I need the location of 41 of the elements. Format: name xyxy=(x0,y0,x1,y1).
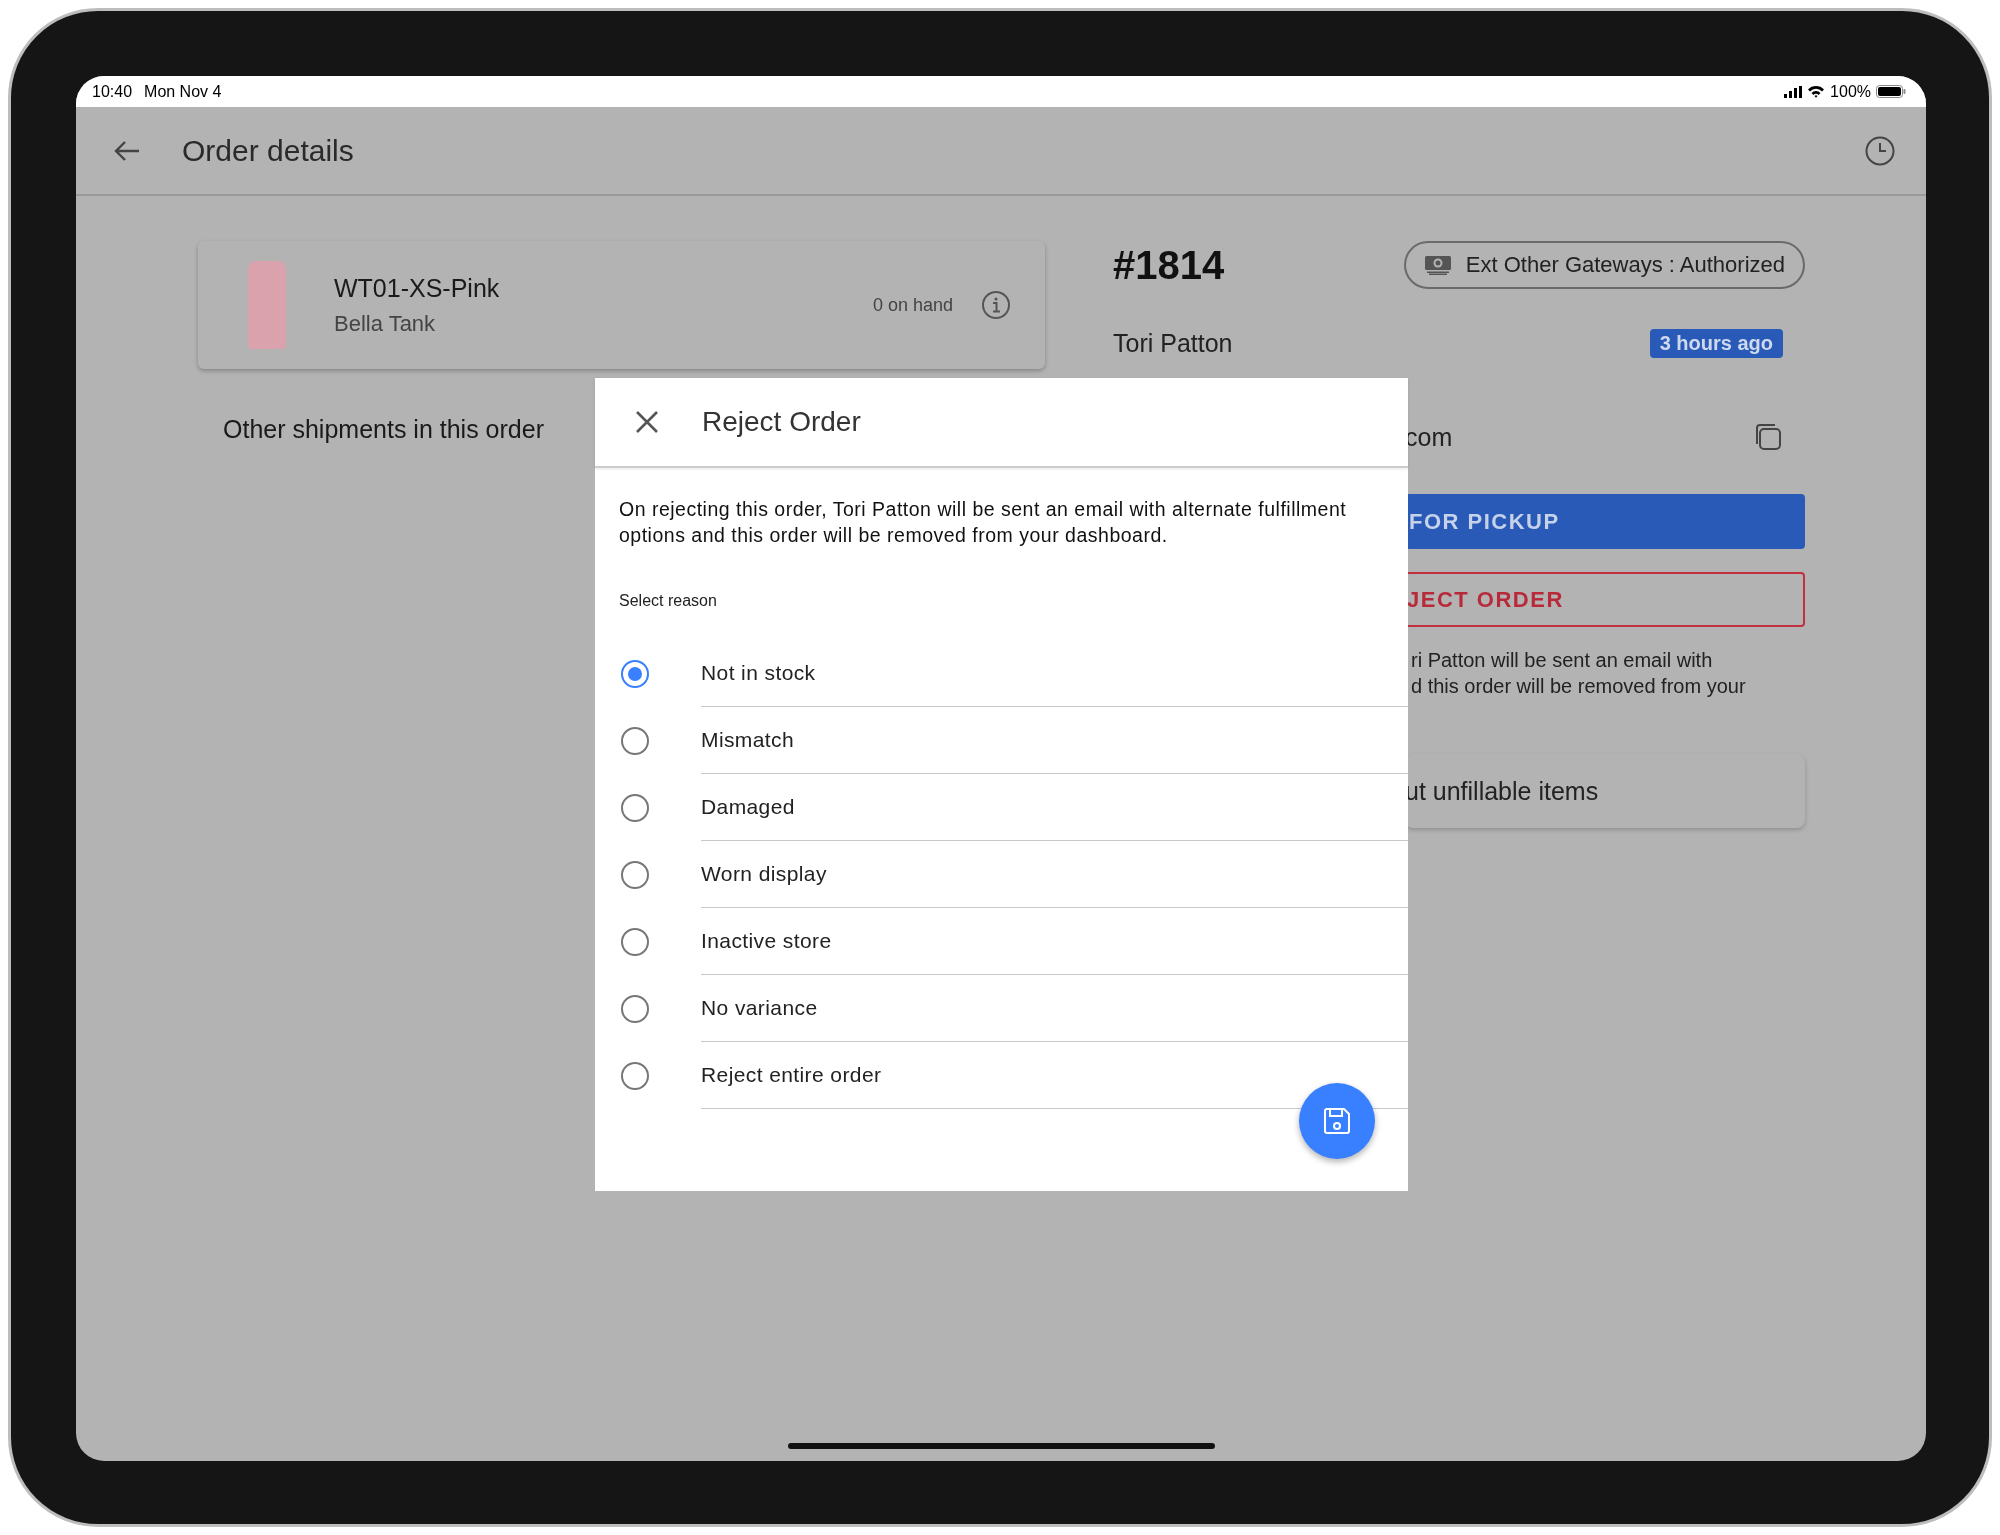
product-name: Bella Tank xyxy=(334,310,437,337)
payment-status: Ext Other Gateways : Authorized xyxy=(1465,252,1785,278)
info-icon[interactable] xyxy=(981,290,1011,320)
cash-icon xyxy=(1423,255,1452,275)
page-title: Order details xyxy=(182,133,355,168)
stock-count: 0 on hand xyxy=(872,294,953,316)
status-date: Mon Nov 4 xyxy=(144,82,222,101)
status-time: 10:40 xyxy=(92,82,133,101)
radio-button[interactable] xyxy=(621,726,649,755)
reject-note-text: d this order will be removed from your xyxy=(1411,674,1747,699)
radio-button[interactable] xyxy=(621,1061,649,1090)
dialog-title: Reject Order xyxy=(702,406,861,438)
product-sku: WT01-XS-Pink xyxy=(334,273,501,303)
signal-icon xyxy=(1784,85,1803,98)
radio-button[interactable] xyxy=(621,659,649,688)
save-button[interactable] xyxy=(1299,1083,1375,1159)
radio-button[interactable] xyxy=(621,927,649,956)
reason-option[interactable]: Mismatch xyxy=(701,707,1408,774)
reason-option[interactable]: Not in stock xyxy=(701,640,1408,707)
reason-option[interactable]: Damaged xyxy=(701,774,1408,841)
battery-icon xyxy=(1876,85,1906,98)
reject-note-text: ri Patton will be sent an email with xyxy=(1411,648,1714,673)
radio-button[interactable] xyxy=(621,860,649,889)
reason-option[interactable]: No variance xyxy=(701,975,1408,1042)
radio-button[interactable] xyxy=(621,793,649,822)
customer-name: Tori Patton xyxy=(1113,329,1233,358)
wifi-icon xyxy=(1807,85,1826,98)
reason-option[interactable]: Inactive store xyxy=(701,908,1408,975)
section-heading: Other shipments in this order xyxy=(223,415,544,444)
copy-icon[interactable] xyxy=(1753,422,1783,452)
close-icon[interactable] xyxy=(635,410,659,434)
time-badge: 3 hours ago xyxy=(1649,329,1783,358)
select-reason-label: Select reason xyxy=(619,592,718,610)
order-number: #1814 xyxy=(1113,242,1225,288)
radio-button[interactable] xyxy=(621,994,649,1023)
reason-option[interactable]: Worn display xyxy=(701,841,1408,908)
dialog-message: On rejecting this order, Tori Patton will be sent an email with alternate fulfillment options and this order will be removed from your dashboard. xyxy=(619,497,1348,548)
history-clock-icon[interactable] xyxy=(1864,134,1896,167)
back-arrow-icon[interactable] xyxy=(114,139,140,162)
ready-for-pickup-button[interactable]: FOR PICKUP xyxy=(1405,494,1805,549)
battery-percent: 100% xyxy=(1830,82,1871,101)
